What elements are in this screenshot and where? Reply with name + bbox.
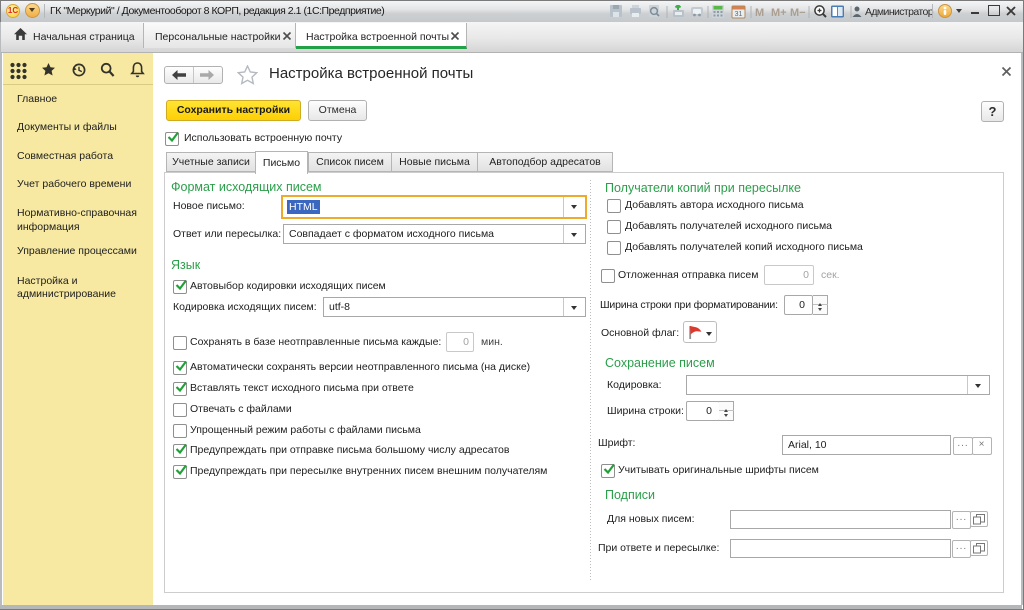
svg-text:M+: M+: [771, 7, 787, 19]
svg-text:M−: M−: [790, 7, 806, 19]
svg-text:31: 31: [735, 11, 743, 18]
svg-text:M: M: [755, 7, 764, 19]
